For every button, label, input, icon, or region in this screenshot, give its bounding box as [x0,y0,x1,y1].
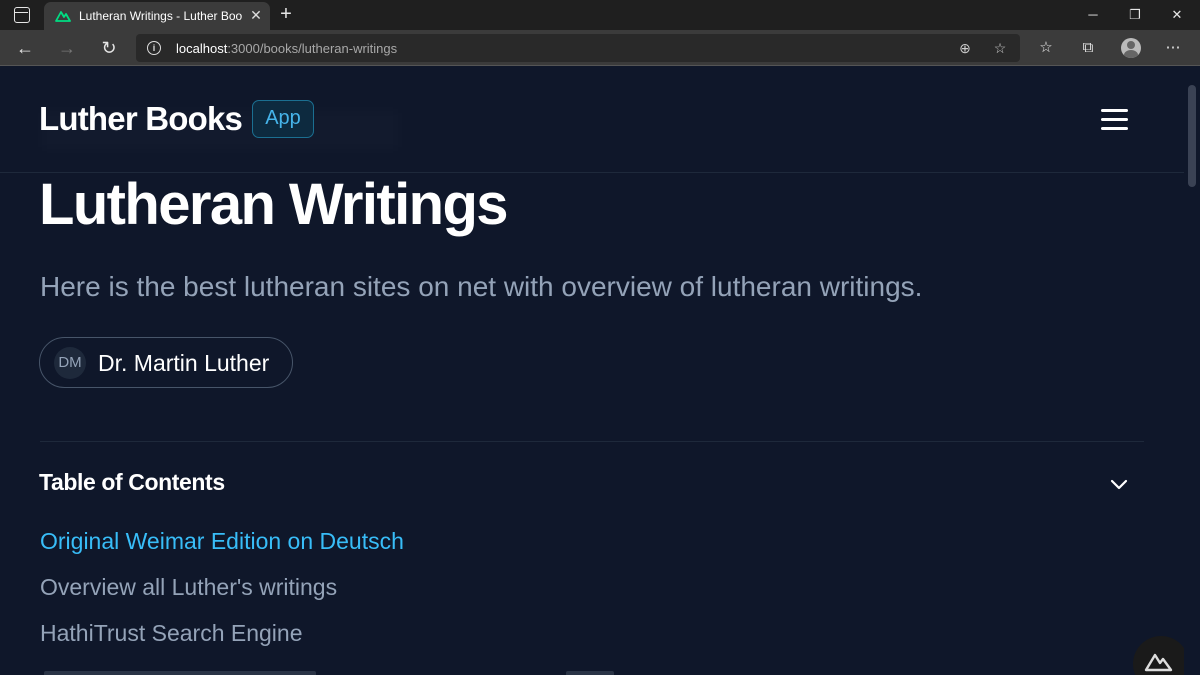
refresh-icon[interactable]: ↻ [98,37,120,59]
browser-toolbar: ← → ↻ i localhost:3000/books/lutheran-wr… [0,30,1200,66]
tab-title: Lutheran Writings - Luther Books [79,9,242,23]
more-options-icon[interactable]: ⋯ [1163,38,1183,58]
brand-title[interactable]: Luther Books [39,100,243,138]
tab-actions-icon[interactable] [14,7,30,23]
page-viewport: Luther Books App Lutheran Writings Here … [0,67,1200,675]
new-tab-icon[interactable]: + [276,4,296,24]
back-icon[interactable]: ← [14,37,36,59]
toc-item-hathitrust[interactable]: HathiTrust Search Engine [40,620,303,647]
site-info-icon[interactable]: i [147,41,161,55]
nuxt-devtools-button[interactable] [1133,636,1189,675]
nuxt-logo-icon [55,11,71,22]
zoom-icon[interactable]: ⊕ [956,39,974,57]
partial-element [44,671,316,675]
browser-tab-active[interactable]: Lutheran Writings - Luther Books ✕ [44,2,270,30]
toc-item-overview-writings[interactable]: Overview all Luther's writings [40,574,337,601]
collections-icon[interactable]: ⧉ [1078,38,1098,58]
divider [40,441,1144,442]
toc-heading[interactable]: Table of Contents [39,469,225,496]
scrollbar-thumb[interactable] [1188,85,1196,187]
app-badge: App [252,100,314,138]
page-title: Lutheran Writings [39,172,509,237]
minimize-icon[interactable]: ─ [1078,5,1108,25]
browser-tab-bar: Lutheran Writings - Luther Books ✕ + ─ ❐… [0,0,1200,30]
hamburger-menu-icon[interactable] [1101,109,1129,131]
close-tab-icon[interactable]: ✕ [248,7,264,23]
author-name: Dr. Martin Luther [98,350,270,376]
close-window-icon[interactable]: ✕ [1162,5,1192,25]
author-avatar: DM [54,347,86,379]
forward-icon[interactable]: → [56,37,78,59]
add-favorite-icon[interactable]: ☆ [991,39,1009,57]
site-header: Luther Books App [0,67,1184,173]
partial-element [566,671,614,675]
url-text[interactable]: localhost:3000/books/lutheran-writings [176,41,397,56]
profile-avatar-icon[interactable] [1121,38,1141,58]
restore-icon[interactable]: ❐ [1120,5,1150,25]
page-description: Here is the best lutheran sites on net w… [40,271,923,302]
scrollbar[interactable] [1184,67,1200,675]
author-chip[interactable]: DM Dr. Martin Luther [39,337,293,388]
toc-item-weimar-edition[interactable]: Original Weimar Edition on Deutsch [40,528,404,555]
nuxt-devtools-icon [1144,653,1173,672]
address-bar[interactable]: i localhost:3000/books/lutheran-writings… [136,34,1020,62]
favorites-icon[interactable]: ☆ [1036,38,1056,58]
chevron-down-icon[interactable] [1108,473,1130,495]
